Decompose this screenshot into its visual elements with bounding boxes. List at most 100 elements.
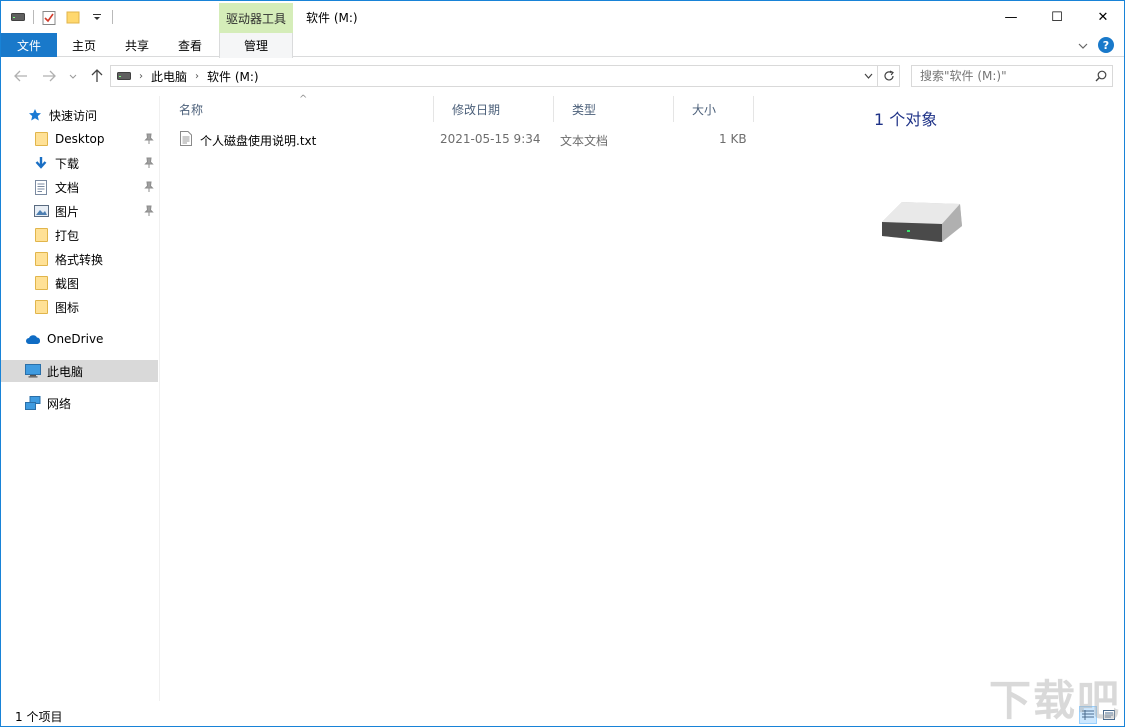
text-file-icon [180, 131, 192, 149]
file-modified: 2021-05-15 9:34 [440, 132, 541, 146]
up-button[interactable] [87, 66, 107, 86]
cloud-icon [25, 331, 41, 347]
hard-drive-icon [878, 196, 964, 247]
star-icon [27, 107, 43, 123]
tab-share[interactable]: 共享 [115, 33, 159, 57]
tab-manage[interactable]: 管理 [219, 33, 293, 58]
folder-icon [33, 227, 49, 243]
pin-icon[interactable] [144, 133, 154, 145]
column-header-modified[interactable]: 修改日期 [434, 96, 554, 122]
column-header-size[interactable]: 大小 [674, 96, 754, 122]
nav-label: 图标 [55, 300, 80, 315]
nav-label: 打包 [55, 228, 80, 243]
pin-icon[interactable] [144, 157, 154, 169]
back-button[interactable] [11, 66, 31, 86]
column-header-type[interactable]: 类型 [554, 96, 674, 122]
expand-ribbon-chevron-icon[interactable] [1078, 38, 1088, 52]
nav-item-folder[interactable]: 截图 [1, 272, 158, 294]
nav-label: 下载 [55, 156, 80, 171]
toolbar-separator [112, 10, 113, 24]
breadcrumb-chevron-icon[interactable]: › [195, 71, 199, 82]
nav-label: 截图 [55, 276, 80, 291]
nav-label: 文档 [55, 180, 80, 195]
breadcrumb-chevron-icon[interactable]: › [139, 71, 143, 82]
search-icon[interactable] [1090, 70, 1112, 82]
document-icon [33, 179, 49, 195]
drive-tools-context-header: 驱动器工具 [219, 3, 293, 33]
folder-icon [33, 131, 49, 147]
back-arrow-icon [14, 70, 27, 82]
forward-button[interactable] [39, 66, 59, 86]
tab-view[interactable]: 查看 [169, 33, 211, 57]
nav-item-pictures[interactable]: 图片 [1, 200, 158, 222]
nav-label: Desktop [55, 132, 105, 146]
file-explorer-window: 驱动器工具 软件 (M:) — ☐ ✕ 文件 主页 共享 查看 管理 ? › 此… [0, 0, 1125, 727]
drive-icon[interactable] [9, 8, 27, 26]
nav-item-documents[interactable]: 文档 [1, 176, 158, 198]
pin-icon[interactable] [144, 181, 154, 193]
nav-label: 格式转换 [55, 252, 104, 267]
new-folder-icon[interactable] [64, 8, 82, 26]
nav-label: 此电脑 [47, 364, 84, 379]
chevron-down-icon [69, 74, 77, 79]
ribbon-tab-bar: 文件 主页 共享 查看 管理 ? [1, 33, 1124, 58]
site-watermark: 下载吧 [989, 676, 1122, 725]
properties-icon[interactable] [40, 8, 58, 26]
nav-item-folder[interactable]: 格式转换 [1, 248, 158, 270]
nav-network[interactable]: 网络 [1, 392, 158, 414]
status-bar: 1 个项目 [1, 703, 1124, 727]
nav-item-desktop[interactable]: Desktop [1, 128, 158, 150]
window-title: 软件 (M:) [306, 11, 358, 25]
details-pane: 1 个对象 [850, 96, 1125, 701]
tab-file[interactable]: 文件 [1, 33, 57, 57]
download-arrow-icon [33, 155, 49, 171]
ribbon-controls: ? [1078, 37, 1114, 53]
nav-item-downloads[interactable]: 下载 [1, 152, 158, 174]
help-icon[interactable]: ? [1098, 37, 1114, 53]
nav-this-pc[interactable]: 此电脑 [1, 360, 158, 382]
recent-locations-button[interactable] [63, 66, 83, 86]
nav-item-folder[interactable]: 图标 [1, 296, 158, 318]
network-icon [25, 395, 41, 411]
refresh-button[interactable] [878, 65, 900, 87]
nav-label: OneDrive [47, 332, 104, 346]
maximize-button[interactable]: ☐ [1034, 1, 1080, 33]
refresh-icon [883, 70, 894, 81]
title-bar: 驱动器工具 软件 (M:) — ☐ ✕ [1, 1, 1124, 33]
search-box[interactable] [911, 65, 1113, 87]
customize-toolbar-chevron-icon[interactable] [88, 8, 106, 26]
file-list-view: ^ 名称 修改日期 类型 大小 个人磁盘使用说明.txt 2021-05-15 … [161, 94, 849, 701]
nav-quick-access[interactable]: 快速访问 [1, 104, 158, 126]
folder-icon [33, 275, 49, 291]
breadcrumb: › 此电脑 › 软件 (M:) [111, 68, 859, 85]
address-history-dropdown[interactable] [859, 66, 877, 86]
status-item-count: 1 个项目 [15, 710, 63, 724]
column-header-name[interactable]: 名称 [161, 96, 434, 122]
navigation-pane: 快速访问 Desktop 下载 文档 图片 打包 格式转换 截图 图标 OneD… [1, 96, 160, 701]
nav-item-folder[interactable]: 打包 [1, 224, 158, 246]
folder-icon [33, 299, 49, 315]
close-button[interactable]: ✕ [1080, 1, 1125, 33]
nav-label: 图片 [55, 204, 80, 219]
pin-icon[interactable] [144, 205, 154, 217]
drive-icon [117, 69, 131, 83]
address-bar[interactable]: › 此电脑 › 软件 (M:) [110, 65, 878, 87]
tab-home[interactable]: 主页 [63, 33, 105, 57]
folder-icon [33, 251, 49, 267]
toolbar-separator [33, 10, 34, 24]
chevron-down-icon [864, 73, 872, 79]
forward-arrow-icon [43, 70, 56, 82]
navigation-bar: › 此电脑 › 软件 (M:) [1, 58, 1124, 94]
nav-label: 网络 [47, 396, 72, 411]
up-arrow-icon [91, 69, 103, 82]
file-row[interactable]: 个人磁盘使用说明.txt 2021-05-15 9:34 文本文档 1 KB [178, 127, 756, 151]
file-name: 个人磁盘使用说明.txt [200, 134, 317, 148]
file-type: 文本文档 [560, 134, 609, 148]
breadcrumb-this-pc[interactable]: 此电脑 [151, 68, 187, 85]
selected-object-count: 1 个对象 [874, 110, 938, 129]
nav-label: 快速访问 [49, 108, 98, 123]
nav-onedrive[interactable]: OneDrive [1, 328, 158, 350]
breadcrumb-current-drive[interactable]: 软件 (M:) [207, 68, 259, 85]
search-input[interactable] [912, 66, 1090, 86]
minimize-button[interactable]: — [988, 1, 1034, 33]
